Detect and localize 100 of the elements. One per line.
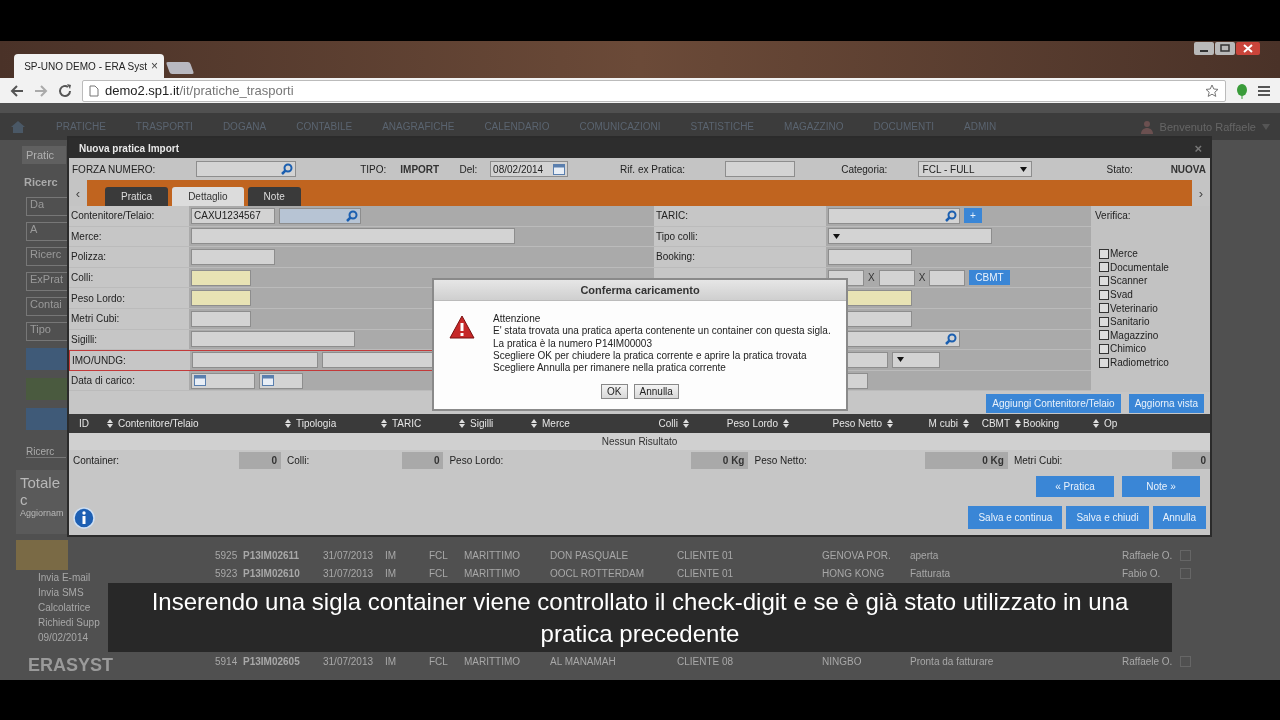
search-icon[interactable] [945,209,957,222]
window-controls-icon[interactable] [1194,42,1260,56]
sort-icon[interactable] [381,419,387,428]
sort-icon[interactable] [531,419,537,428]
sort-icon[interactable] [285,419,291,428]
search-icon[interactable] [281,163,294,175]
sidebar-link[interactable]: 09/02/2014 [38,632,89,643]
sort-icon[interactable] [683,419,689,428]
checkbox[interactable] [1099,248,1109,259]
dimension-field[interactable] [929,269,966,286]
select-field[interactable] [892,351,940,368]
sidebar-link[interactable]: Calcolatrice [38,602,91,613]
calendar-icon[interactable] [553,163,566,175]
text-field[interactable] [191,310,251,327]
text-field[interactable] [725,161,796,177]
text-field[interactable] [191,228,515,245]
cbmt-button[interactable]: CBMT [969,270,1010,286]
checkbox[interactable] [1099,262,1109,273]
sidebar-tab[interactable]: Pratic [22,146,66,164]
table-cell-text: 31/07/2013 [323,567,375,579]
sort-icon[interactable] [459,419,465,428]
back-icon[interactable] [10,83,24,98]
close-tab-button[interactable]: × [151,59,158,73]
tab[interactable]: Pratica [105,187,169,206]
container-field[interactable]: CAXU1234567 [191,207,275,224]
sort-icon[interactable] [783,419,789,428]
column-header[interactable]: Merce [542,418,570,429]
info-icon[interactable] [73,506,95,529]
search-icon[interactable] [945,333,957,346]
column-header[interactable]: Sigilli [470,418,494,429]
column-header[interactable]: Booking [1023,418,1060,429]
footer-button[interactable]: Salva e continua [968,506,1063,529]
nav-button[interactable]: Note » [1122,475,1200,497]
nav-button[interactable]: « Pratica [1036,475,1114,497]
sort-icon[interactable] [107,419,113,428]
sort-icon[interactable] [1093,419,1099,428]
action-button[interactable]: Aggiorna vista [1128,393,1204,413]
menu-icon[interactable] [1258,84,1270,97]
calendar-icon[interactable] [262,375,274,387]
column-header[interactable]: Colli [658,418,678,429]
table-cell-text: FCL [429,655,449,667]
dimension-field[interactable] [878,269,915,286]
text-field[interactable] [191,269,251,286]
table-cell-text: Fatturata [910,567,952,579]
star-icon[interactable] [1205,83,1219,98]
calendar-icon[interactable] [194,375,206,387]
checkbox[interactable] [1099,330,1109,341]
text-field[interactable] [191,290,251,307]
sort-icon[interactable] [1015,419,1021,428]
tab[interactable]: Dettaglio [172,187,244,206]
new-tab-button[interactable] [165,62,195,74]
text-field[interactable] [828,249,912,265]
tab[interactable]: Note [247,187,301,206]
sort-icon[interactable] [963,419,969,428]
text-field[interactable] [192,352,318,369]
column-header[interactable]: M cubi [928,418,958,429]
checkbox[interactable] [1099,357,1109,368]
category-select[interactable]: FCL - FULL [917,161,1032,177]
search-icon[interactable] [346,209,358,222]
column-header[interactable]: ID [79,418,89,429]
column-header[interactable]: Peso Netto [832,418,882,429]
action-button[interactable]: Aggiungi Contenitore/Telaio [986,393,1121,413]
date-field[interactable]: 08/02/2014 [490,161,569,177]
text-field[interactable] [191,249,275,265]
forward-icon[interactable] [34,83,48,98]
sidebar-link[interactable]: Invia SMS [38,587,84,598]
search-field[interactable] [279,207,361,224]
time-field[interactable] [259,372,303,389]
table-cell-text: FCL [429,567,449,579]
leaf-icon[interactable] [1236,82,1248,99]
footer-button[interactable]: Salva e chiudi [1066,506,1149,529]
checkbox[interactable] [1099,289,1109,300]
column-header[interactable]: Peso Lordo [726,418,778,429]
column-header[interactable]: Op [1104,418,1118,429]
close-button[interactable]: × [1194,140,1202,156]
checkbox[interactable] [1099,303,1109,314]
column-header[interactable]: Contenitore/Telaio [118,418,199,429]
browser-tab[interactable]: SP-UNO DEMO - ERA Syst × [14,54,164,78]
footer-button[interactable]: Annulla [1152,506,1206,529]
column-header[interactable]: Tipologia [296,418,337,429]
search-field[interactable] [196,161,297,177]
sidebar-link[interactable]: Richiedi Supp [38,617,100,628]
dialog-button[interactable]: Annulla [633,384,679,400]
sidebar-link[interactable]: Invia E-mail [38,572,91,583]
select-field[interactable] [828,228,992,245]
search-field[interactable] [828,207,960,224]
column-header[interactable]: CBMT [981,418,1010,429]
address-field[interactable]: demo2.sp1.it/it/pratiche_trasporti [82,79,1226,102]
total-value: 0 Kg [924,451,1008,469]
checkbox[interactable] [1099,343,1109,354]
add-button[interactable]: + [964,208,982,224]
checkbox[interactable] [1099,276,1109,286]
checkbox-label: Veterinario [1110,302,1158,314]
column-header[interactable]: TARIC [392,418,422,429]
sort-icon[interactable] [887,419,893,428]
reload-icon[interactable] [58,83,72,98]
dialog-button[interactable]: OK [601,384,628,400]
text-field[interactable] [191,331,355,348]
date-field[interactable] [191,372,255,389]
checkbox[interactable] [1099,316,1109,327]
